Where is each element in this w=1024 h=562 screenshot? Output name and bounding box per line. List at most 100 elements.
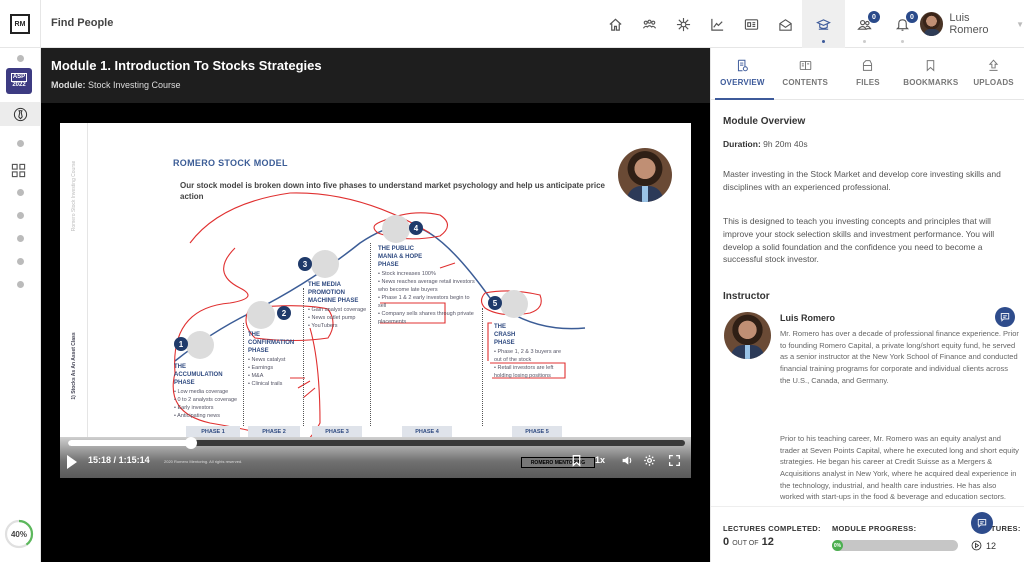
main-nav: 0 0 [598,0,921,48]
phase-4-label: PHASE 4 [402,426,452,437]
play-circle-icon [971,540,982,551]
indicator-dot [900,40,904,43]
home-icon [608,18,622,31]
nav-news[interactable] [734,0,768,48]
tab-uploads[interactable]: UPLOADS [962,48,1024,99]
nav-connections[interactable]: 0 [845,0,883,48]
instructor-name: Luis Romero [780,313,836,323]
phase-3-block: THE MEDIAPROMOTIONMACHINE PHASE Gain ana… [308,281,372,331]
course-panel: OVERVIEW CONTENTS FILES BOOKMARKS UPLOAD… [710,48,1024,562]
rail-item[interactable] [17,235,24,242]
lectures-completed-value: 0 OUT OF 12 [723,536,774,548]
user-avatar[interactable] [920,12,944,36]
user-name[interactable]: Luis Romero [949,12,1010,36]
news-icon [744,18,758,30]
grid-icon[interactable] [11,163,26,178]
tab-label: UPLOADS [973,78,1014,87]
duration: Duration: 9h 20m 40s [723,139,808,149]
active-indicator [822,40,825,43]
slide-copyright: 2020 Romero Mentoring. All rights reserv… [164,459,243,464]
chat-icon [1000,313,1010,322]
module-sub-label: Module: [51,80,86,90]
lectures-count-value: 12 [986,540,997,551]
rail-item[interactable] [17,212,24,219]
phase-4-icon [382,215,410,243]
rail-item[interactable] [17,140,24,147]
phase-3-icon [311,250,339,278]
current-time: 15:18 [88,455,112,465]
lectures-total: 12 [761,536,774,548]
player-controls: 15:18 / 1:15:14 2020 Romero Mentoring. A… [60,450,691,474]
rail-item-active[interactable] [0,102,40,126]
phase-2-number: 2 [277,306,291,320]
contents-icon [799,60,811,71]
module-title: Module 1. Introduction To Stocks Strateg… [51,58,322,73]
rail-item[interactable] [17,55,24,62]
phase-2-label: PHASE 2 [248,426,300,437]
phase-5-icon [500,290,528,318]
connections-badge: 0 [868,11,880,23]
phase-5-block: THECRASHPHASE Phase 1, 2 & 3 buyers are … [494,323,566,381]
speed-button[interactable]: 1x [595,455,605,465]
tab-contents[interactable]: CONTENTS [774,48,837,99]
module-subtitle: Module: Stock Investing Course [51,80,181,90]
tie-icon [13,107,27,121]
video-frame[interactable]: Romero Stock Investing Course 1) Stocks … [60,123,691,478]
badge-line2: 2022 [12,82,26,88]
rail-item[interactable] [17,281,24,288]
overview-icon [737,59,748,72]
settings-button[interactable] [643,454,656,470]
fullscreen-icon [668,454,681,467]
phase-divider [482,308,483,426]
duration-label: Duration: [723,139,761,149]
tab-bookmarks[interactable]: BOOKMARKS [899,48,962,99]
user-menu[interactable]: Luis Romero ▼ [920,12,1024,36]
community-icon [642,19,656,29]
instructor-bio: Prior to his teaching career, Mr. Romero… [780,434,1019,502]
nav-network[interactable] [666,0,700,48]
asp-2022-badge[interactable]: ASP 2022 [6,68,32,94]
phase-3-number: 3 [298,257,312,271]
chat-button[interactable] [995,307,1015,327]
chevron-down-icon[interactable]: ▼ [1016,20,1024,29]
chat-button-floating[interactable] [971,512,993,534]
volume-button[interactable] [621,454,634,470]
tab-label: CONTENTS [782,78,828,87]
nav-education[interactable] [802,0,845,48]
play-button[interactable] [67,455,77,469]
rail-item[interactable] [17,189,24,196]
instructor-bio: Mr. Romero has over a decade of professi… [780,329,1019,385]
logo-cell[interactable]: RM [0,0,41,48]
nav-home[interactable] [598,0,632,48]
nav-notifications[interactable]: 0 [883,0,921,48]
panel-tabs: OVERVIEW CONTENTS FILES BOOKMARKS UPLOAD… [711,48,1024,100]
module-header: Module 1. Introduction To Stocks Strateg… [41,48,710,103]
phase-1-number: 1 [174,337,188,351]
notifications-badge: 0 [906,11,918,23]
seek-progress [68,440,192,446]
time-display: 15:18 / 1:15:14 [88,455,150,465]
module-progress-fill: 0% [832,540,843,551]
bookmark-button[interactable] [570,454,583,470]
nav-community[interactable] [632,0,666,48]
phase-4-block: THE PUBLICMANIA & HOPEPHASE Stock increa… [378,245,478,327]
overview-content[interactable]: Module Overview Duration: 9h 20m 40s Mas… [711,100,1024,506]
tab-overview[interactable]: OVERVIEW [711,48,774,100]
overview-paragraph: This is designed to teach you investing … [723,216,995,265]
fullscreen-button[interactable] [668,454,681,470]
volume-icon [622,456,632,465]
tab-files[interactable]: FILES [837,48,900,99]
top-bar: RM Find People 0 0 Luis Romero ▼ [0,0,1024,48]
logo[interactable]: RM [10,14,30,34]
find-people-link[interactable]: Find People [51,17,113,29]
nav-markets[interactable] [700,0,734,48]
total-time: 1:15:14 [118,455,150,465]
phase-1-icon [186,331,214,359]
instructor-photo [724,312,771,359]
phase-1-label: PHASE 1 [186,426,240,437]
upload-icon [988,59,999,71]
course-progress-label: 40% [10,530,27,539]
rail-item[interactable] [17,258,24,265]
nav-messages[interactable] [768,0,802,48]
gear-icon [644,455,655,466]
